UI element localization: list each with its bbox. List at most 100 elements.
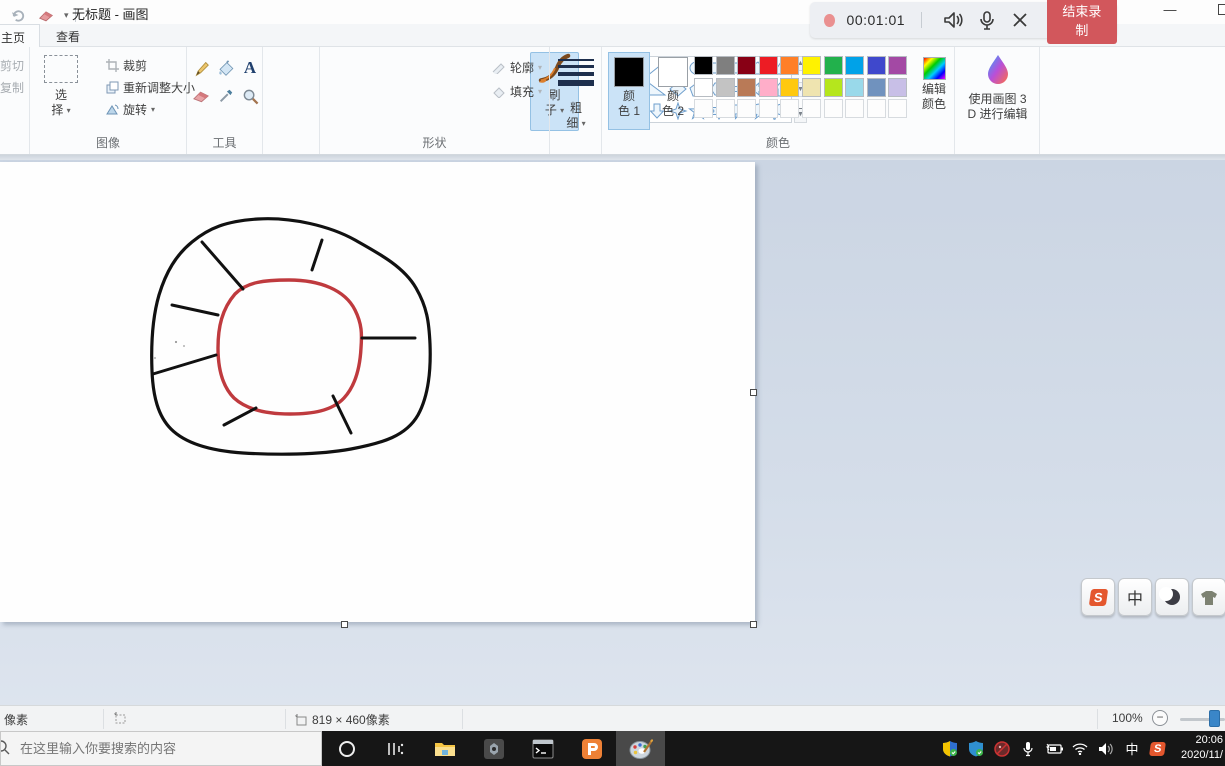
cortana-icon[interactable] [322,731,371,766]
palette-color-swatch[interactable] [715,77,735,97]
speaker-icon[interactable] [943,8,963,32]
color-picker-tool-icon[interactable] [215,85,237,107]
tab-home[interactable]: 主页 [0,24,41,47]
wifi-icon[interactable] [1071,740,1089,758]
palette-color-swatch[interactable] [845,56,865,75]
palette-color-swatch[interactable] [823,56,843,75]
taskbar-search[interactable] [0,731,322,766]
palette-color-swatch[interactable] [694,77,713,97]
text-tool-icon[interactable]: A [239,57,261,79]
edit-colors-button[interactable]: 编辑 颜色 [914,52,954,130]
canvas-resize-handle-corner[interactable] [750,621,757,628]
palette-color-swatch[interactable] [866,77,886,97]
tab-view[interactable]: 查看 [42,24,94,47]
minimize-button[interactable]: — [1155,2,1185,20]
security-app-icon[interactable] [993,740,1011,758]
battery-icon[interactable] [1045,740,1063,758]
ime-chinese-mode-icon[interactable]: 中 [1118,578,1152,616]
color2-swatch [658,57,688,87]
zoom-slider-thumb[interactable] [1209,710,1220,727]
rotate-button[interactable]: 旋转 ▾ [106,101,155,118]
pencil-tool-icon[interactable] [190,57,212,79]
palette-color-swatch[interactable] [780,77,800,97]
palette-color-swatch[interactable] [888,77,908,97]
palette-color-swatch[interactable] [888,56,908,75]
sogou-logo-icon[interactable]: S [1081,578,1115,616]
fill-tool-icon[interactable] [215,57,237,79]
paint3d-button[interactable]: 使用画图 3D 进行编辑 [955,53,1040,122]
recorder-app-icon[interactable] [469,731,518,766]
palette-color-swatch[interactable] [737,56,757,75]
copy-button[interactable]: 复制 [0,79,24,96]
canvas-drawing [150,217,432,456]
group-image: 选择 ▾ 裁剪 重新调整大小 旋转 ▾ 图像 [30,47,195,154]
paint3d-icon [987,55,1008,84]
outline-button[interactable]: 轮廓 ▾ [492,59,542,76]
palette-empty-slot[interactable] [866,99,886,119]
file-explorer-icon[interactable] [420,731,469,766]
ime-skin-icon[interactable] [1192,578,1225,616]
crop-button[interactable]: 裁剪 [106,57,147,74]
canvas-resize-handle-right[interactable] [750,389,757,396]
palette-empty-slot[interactable] [823,99,843,119]
search-icon [1,739,10,758]
canvas-resize-handle-bottom[interactable] [341,621,348,628]
palette-empty-slot[interactable] [737,99,757,119]
antivirus-shield-icon[interactable] [967,740,985,758]
palette-color-swatch[interactable] [823,77,843,97]
volume-icon[interactable] [1097,740,1115,758]
palette-color-swatch[interactable] [866,56,886,75]
palette-color-swatch[interactable] [758,56,778,75]
fill-button[interactable]: 填充 ▾ [492,83,542,100]
select-button[interactable]: 选择 ▾ [44,55,78,118]
quick-access-dropdown-icon[interactable]: ▾ [64,10,69,21]
selection-size-field [112,711,126,724]
taskbar-clock[interactable]: 20:06 2020/11/ [1169,733,1225,763]
palette-color-swatch[interactable] [845,77,865,97]
palette-color-swatch[interactable] [758,77,778,97]
palette-color-swatch[interactable] [694,56,713,75]
sogou-tray-icon[interactable]: S [1149,740,1167,758]
cut-button[interactable]: 剪切 [0,57,24,74]
ime-language-indicator[interactable]: 中 [1123,740,1141,758]
palette-empty-slot[interactable] [694,99,713,119]
ribbon: 剪切 复制 选择 ▾ 裁剪 重新调整大小 旋转 ▾ 图像 A 工具 刷 子 ▾ … [0,47,1225,155]
paint-app-icon[interactable] [616,731,665,766]
group-clipboard: 剪切 复制 [0,47,30,154]
clock-time: 20:06 [1195,734,1223,746]
color2-button[interactable]: 颜色 2 [652,52,694,130]
group-label-colors: 颜色 [765,136,790,150]
stop-recording-button[interactable]: 结束录制 [1046,0,1117,44]
tray-microphone-icon[interactable] [1019,740,1037,758]
maximize-button[interactable] [1218,4,1225,15]
palette-color-swatch[interactable] [737,77,757,97]
task-view-icon[interactable] [371,731,420,766]
color1-button[interactable]: 颜色 1 [608,52,650,130]
palette-color-swatch[interactable] [801,77,821,97]
defender-shield-icon[interactable] [941,740,959,758]
eraser-tool-icon[interactable] [190,85,212,107]
search-input[interactable] [20,741,290,756]
command-prompt-icon[interactable] [518,731,567,766]
magnifier-tool-icon[interactable] [239,85,261,107]
palette-color-swatch[interactable] [715,56,735,75]
palette-empty-slot[interactable] [888,99,908,119]
size-button[interactable]: 粗细 ▾ [554,55,598,131]
close-recording-icon[interactable] [1010,8,1029,32]
palette-color-swatch[interactable] [801,56,821,75]
palette-color-swatch[interactable] [780,56,800,75]
resize-button[interactable]: 重新调整大小 [106,79,195,96]
ime-moon-fullwidth-icon[interactable] [1155,578,1189,616]
zoom-out-button[interactable]: − [1152,710,1168,726]
drawing-canvas[interactable] [0,162,755,622]
microphone-icon[interactable] [977,8,996,32]
palette-empty-slot[interactable] [845,99,865,119]
group-label-tools: 工具 [212,136,237,150]
palette-empty-slot[interactable] [715,99,735,119]
potplayer-icon[interactable] [567,731,616,766]
palette-empty-slot[interactable] [780,99,800,119]
zoom-level: 100% [1112,711,1143,725]
palette-empty-slot[interactable] [801,99,821,119]
palette-empty-slot[interactable] [758,99,778,119]
group-label-image: 图像 [95,136,120,150]
